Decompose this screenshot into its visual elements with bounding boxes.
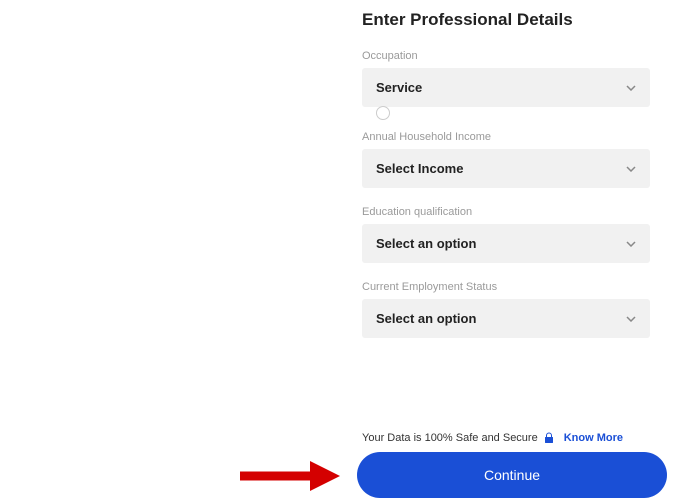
- occupation-value: Service: [376, 80, 422, 95]
- radio-icon: [376, 106, 390, 120]
- safety-text: Your Data is 100% Safe and Secure: [362, 432, 538, 444]
- arrow-annotation: [240, 459, 340, 493]
- occupation-field-group: Occupation Service: [362, 50, 650, 107]
- safety-row: Your Data is 100% Safe and Secure Know M…: [362, 432, 650, 444]
- continue-button[interactable]: Continue: [357, 452, 667, 498]
- employment-select[interactable]: Select an option: [362, 299, 650, 338]
- professional-details-form: Enter Professional Details Occupation Se…: [362, 10, 650, 356]
- employment-label: Current Employment Status: [362, 281, 650, 293]
- income-value: Select Income: [376, 161, 463, 176]
- continue-button-label: Continue: [484, 467, 540, 483]
- income-label: Annual Household Income: [362, 131, 650, 143]
- education-value: Select an option: [376, 236, 476, 251]
- know-more-link[interactable]: Know More: [564, 432, 623, 444]
- lock-icon: [544, 432, 554, 444]
- occupation-select[interactable]: Service: [362, 68, 650, 107]
- income-field-group: Annual Household Income Select Income: [362, 131, 650, 188]
- chevron-down-icon: [626, 83, 636, 93]
- education-label: Education qualification: [362, 206, 650, 218]
- chevron-down-icon: [626, 164, 636, 174]
- education-field-group: Education qualification Select an option: [362, 206, 650, 263]
- chevron-down-icon: [626, 239, 636, 249]
- income-select[interactable]: Select Income: [362, 149, 650, 188]
- chevron-down-icon: [626, 314, 636, 324]
- employment-value: Select an option: [376, 311, 476, 326]
- form-title: Enter Professional Details: [362, 10, 650, 30]
- occupation-label: Occupation: [362, 50, 650, 62]
- education-select[interactable]: Select an option: [362, 224, 650, 263]
- employment-field-group: Current Employment Status Select an opti…: [362, 281, 650, 338]
